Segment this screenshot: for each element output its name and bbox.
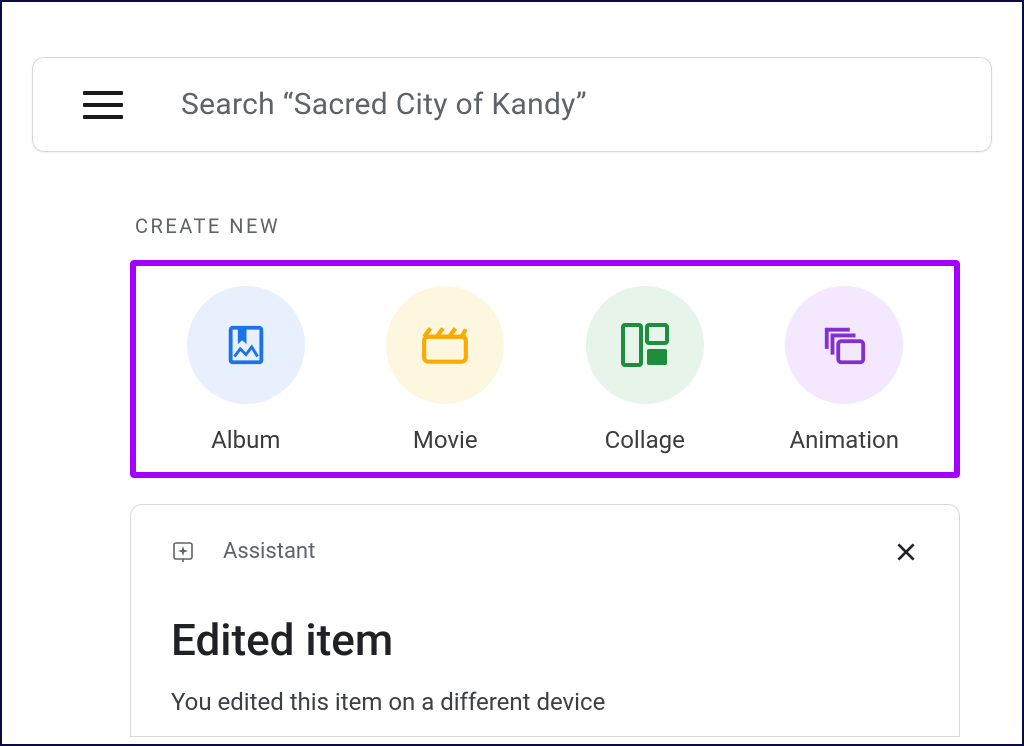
create-album-button[interactable]: Album bbox=[151, 286, 341, 454]
create-movie-label: Movie bbox=[413, 426, 478, 454]
album-icon bbox=[187, 286, 305, 404]
create-album-label: Album bbox=[211, 426, 280, 454]
collage-icon bbox=[586, 286, 704, 404]
movie-icon bbox=[386, 286, 504, 404]
create-animation-label: Animation bbox=[790, 426, 899, 454]
animation-icon bbox=[785, 286, 903, 404]
assistant-card-description: You edited this item on a different devi… bbox=[171, 688, 919, 716]
create-new-row: Album Movie bbox=[130, 260, 960, 478]
assistant-label: Assistant bbox=[223, 539, 315, 564]
assistant-card-title: Edited item bbox=[171, 614, 919, 666]
create-collage-button[interactable]: Collage bbox=[550, 286, 740, 454]
create-animation-button[interactable]: Animation bbox=[749, 286, 939, 454]
create-new-header: CREATE NEW bbox=[130, 214, 960, 238]
search-placeholder: Search “Sacred City of Kandy” bbox=[181, 87, 587, 122]
search-bar[interactable]: Search “Sacred City of Kandy” bbox=[32, 57, 992, 152]
close-icon[interactable] bbox=[893, 539, 919, 565]
assistant-card: Assistant Edited item You edited this it… bbox=[130, 504, 960, 737]
menu-icon[interactable] bbox=[83, 91, 123, 119]
create-movie-button[interactable]: Movie bbox=[350, 286, 540, 454]
assistant-sparkle-icon bbox=[171, 540, 195, 564]
create-collage-label: Collage bbox=[605, 426, 685, 454]
